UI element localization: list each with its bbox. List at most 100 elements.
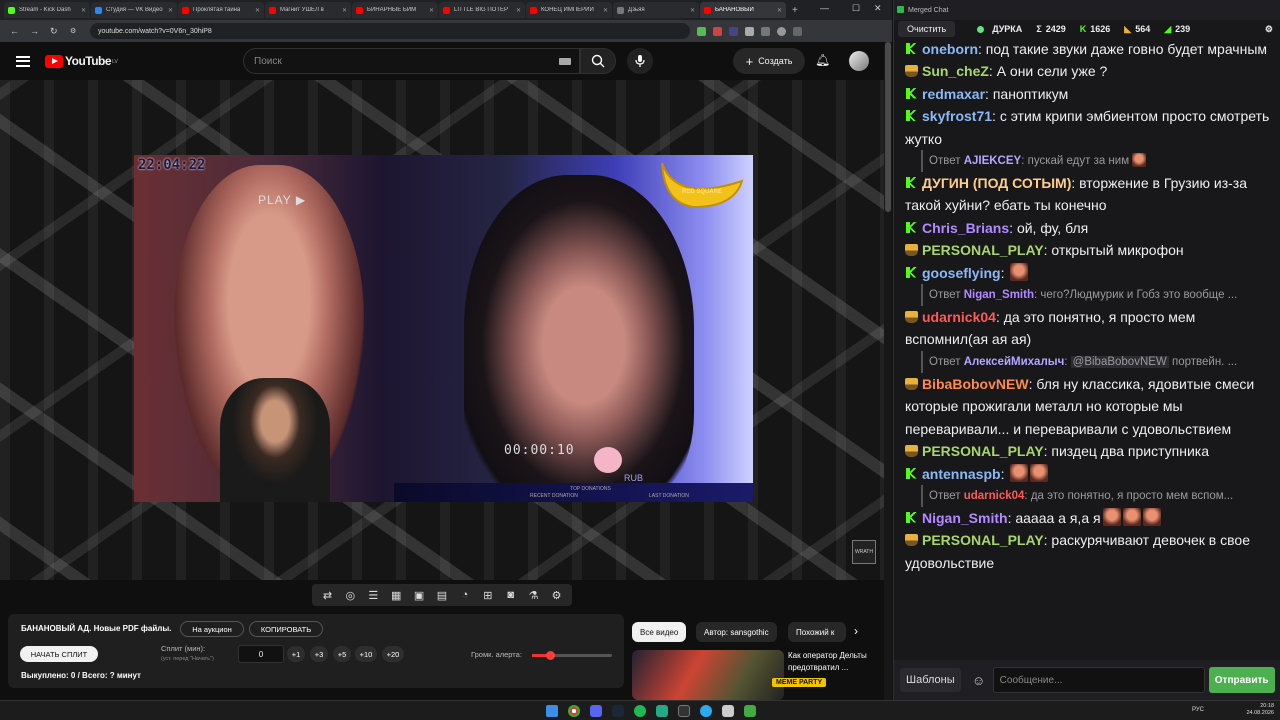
close-tab-icon[interactable]: ✕ <box>603 7 608 14</box>
emoji-icon[interactable]: ☺ <box>969 670 989 690</box>
browser-tab[interactable]: БИНАРНЫЕ БИМ ✕ <box>352 2 438 18</box>
chat-username[interactable]: Sun_cheZ <box>922 63 989 79</box>
chat-username[interactable]: BibaBobovNEW <box>922 376 1029 392</box>
discord-icon[interactable] <box>590 705 602 717</box>
browser-tab[interactable]: Stream - Kick Dash ✕ <box>4 2 90 18</box>
auction-button[interactable]: На аукцион <box>180 621 244 637</box>
browser-tab[interactable]: Проклятая тайна ✕ <box>178 2 264 18</box>
chip-author[interactable]: Автор: sansgothic <box>696 622 777 642</box>
chat-username[interactable]: redmaxar <box>922 86 985 102</box>
reply-username[interactable]: AJIEKCEY <box>964 155 1022 167</box>
templates-button[interactable]: Шаблоны <box>900 668 961 692</box>
close-tab-icon[interactable]: ✕ <box>429 7 434 14</box>
telegram-icon[interactable] <box>700 705 712 717</box>
back-icon[interactable]: ← <box>10 26 20 36</box>
close-window-button[interactable]: ✕ <box>874 3 882 14</box>
flask-icon[interactable]: ⚗ <box>527 588 541 602</box>
steam-icon[interactable] <box>612 705 624 717</box>
new-tab-button[interactable]: + <box>792 5 798 16</box>
speed-icon[interactable]: ◔ <box>458 588 472 602</box>
obs-icon[interactable] <box>678 705 690 717</box>
volume-knob[interactable] <box>545 651 555 660</box>
reload-icon[interactable]: ↻ <box>50 26 60 37</box>
search-button[interactable] <box>580 48 616 74</box>
cinema-icon[interactable]: ▤ <box>435 588 449 602</box>
chat-username[interactable]: skyfrost71 <box>922 108 992 124</box>
close-tab-icon[interactable]: ✕ <box>342 7 347 14</box>
add-clip-icon[interactable]: ⊞ <box>481 588 495 602</box>
menu-icon[interactable] <box>16 55 30 67</box>
chat-username[interactable]: oneborn <box>922 41 978 57</box>
reply-username[interactable]: Nigan_Smith <box>964 289 1034 301</box>
keyboard-icon[interactable] <box>559 58 571 65</box>
close-tab-icon[interactable]: ✕ <box>255 7 260 14</box>
chat-username[interactable]: PERSONAL_PLAY <box>922 242 1044 258</box>
settings-gear-icon[interactable]: ⚙ <box>550 588 564 602</box>
broadcast-icon[interactable]: ◎ <box>343 588 357 602</box>
chat-username[interactable]: PERSONAL_PLAY <box>922 532 1044 548</box>
search-input[interactable]: Поиск <box>243 48 580 74</box>
close-tab-icon[interactable]: ✕ <box>81 7 86 14</box>
copy-button[interactable]: КОПИРОВАТЬ <box>249 621 323 637</box>
scrollbar-thumb[interactable] <box>885 42 891 212</box>
mention[interactable]: @BibaBobovNEW <box>1070 355 1169 368</box>
browser-tab[interactable]: Студия — VK Видео ✕ <box>91 2 177 18</box>
chat-username[interactable]: antennaspb <box>922 466 1001 482</box>
browser-tab[interactable]: БАНАНОВЫЙ ✕ <box>700 2 786 18</box>
add-5-button[interactable]: +5 <box>333 646 351 662</box>
browser-tab[interactable]: Дзьяя ✕ <box>613 2 699 18</box>
split-minutes-input[interactable]: 0 <box>238 645 284 663</box>
menu-icon[interactable] <box>793 26 802 36</box>
spotify-icon[interactable] <box>634 705 646 717</box>
page-scrollbar[interactable] <box>884 42 892 700</box>
video-frame[interactable]: 22:04:22 PLAY ▶ RED SQUARE 00:00:10 RUB … <box>134 155 753 502</box>
url-input[interactable]: youtube.com/watch?v=0V6n_30hiP8 <box>90 23 690 39</box>
extension-icon[interactable] <box>713 26 722 36</box>
minimize-button[interactable]: — <box>820 3 829 13</box>
browser-tab[interactable]: КОНЕЦ ИМПЕРИИ ✕ <box>526 2 612 18</box>
chat-username[interactable]: gooseflying <box>922 265 1001 281</box>
chat-message-input[interactable]: Сообщение... <box>992 667 1205 693</box>
extension-icon[interactable] <box>697 26 706 36</box>
chevron-right-icon[interactable]: › <box>854 624 858 638</box>
voice-search-button[interactable] <box>627 48 653 74</box>
forward-icon[interactable]: → <box>30 26 40 36</box>
chrome-icon[interactable] <box>568 705 580 717</box>
extension-icon[interactable] <box>729 26 738 36</box>
add-3-button[interactable]: +3 <box>310 646 328 662</box>
add-20-button[interactable]: +20 <box>382 646 404 662</box>
explorer-icon[interactable] <box>722 705 734 717</box>
browser-tab[interactable]: LITTLE BIG ПОТЕР ✕ <box>439 2 525 18</box>
settings-gear-icon[interactable]: ⚙ <box>1265 24 1273 35</box>
chat-username[interactable]: Chris_Brians <box>922 220 1009 236</box>
loop-icon[interactable]: ⇄ <box>320 588 334 602</box>
chat-username[interactable]: Nigan_Smith <box>922 510 1008 526</box>
browser-tab[interactable]: Магнит УШЁЛ в ✕ <box>265 2 351 18</box>
chat-username[interactable]: udarnick04 <box>922 309 996 325</box>
start-icon[interactable] <box>546 705 558 717</box>
notifications-bell-icon[interactable]: 🔔︎ <box>815 53 830 67</box>
add-10-button[interactable]: +10 <box>355 646 377 662</box>
chip-similar[interactable]: Похожий к <box>788 622 846 642</box>
start-split-button[interactable]: НАЧАТЬ СПЛИТ <box>20 646 98 662</box>
avatar[interactable] <box>849 51 869 71</box>
chip-all-videos[interactable]: Все видео <box>632 622 687 642</box>
recommended-video-title[interactable]: Как оператор Дельты предотвратил ... <box>788 650 878 674</box>
clear-chat-button[interactable]: Очистить <box>898 21 956 37</box>
extension-icon[interactable] <box>745 26 754 36</box>
video-thumbnail[interactable] <box>632 650 784 700</box>
playlist-icon[interactable]: ☰ <box>366 588 380 602</box>
close-tab-icon[interactable]: ✕ <box>516 7 521 14</box>
chat-username[interactable]: PERSONAL_PLAY <box>922 443 1044 459</box>
close-tab-icon[interactable]: ✕ <box>690 7 695 14</box>
maximize-button[interactable]: ☐ <box>852 3 860 14</box>
create-button[interactable]: + Создать <box>733 48 805 74</box>
add-1-button[interactable]: +1 <box>287 646 305 662</box>
site-info-icon[interactable]: ⚙ <box>70 27 80 35</box>
downloads-icon[interactable] <box>761 26 770 36</box>
youtube-logo[interactable]: YouTube LV <box>45 54 118 68</box>
close-tab-icon[interactable]: ✕ <box>168 7 173 14</box>
profile-icon[interactable] <box>777 26 786 36</box>
picture-icon[interactable]: ▣ <box>412 588 426 602</box>
video-player[interactable]: 22:04:22 PLAY ▶ RED SQUARE 00:00:10 RUB … <box>0 80 884 580</box>
